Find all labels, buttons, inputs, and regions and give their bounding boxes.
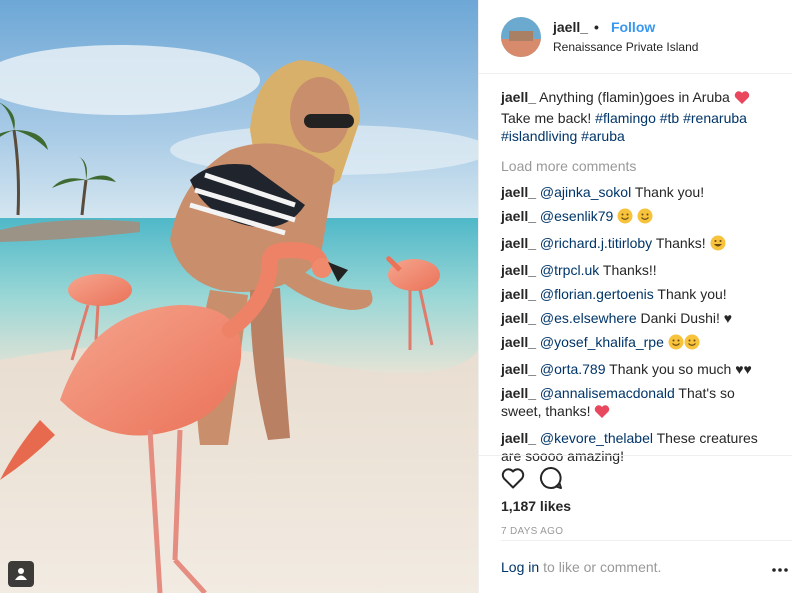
comment: jaell_ @yosef_khalifa_rpe <box>501 333 776 354</box>
comment: jaell_ @es.elsewhere Danki Dushi! ♥ <box>501 309 776 327</box>
post-side-panel: jaell_ • Follow Renaissance Private Isla… <box>478 0 792 593</box>
comment-username[interactable]: jaell_ <box>501 310 536 326</box>
header-username[interactable]: jaell_ <box>553 19 588 35</box>
caption-text: Anything (flamin)goes in Aruba <box>539 89 730 105</box>
hashtag[interactable]: #islandliving <box>501 128 577 144</box>
comment-username[interactable]: jaell_ <box>501 334 536 350</box>
comment-username[interactable]: jaell_ <box>501 361 536 377</box>
comment-username[interactable]: jaell_ <box>501 235 536 251</box>
comment-text: Thank you! <box>657 286 727 302</box>
hashtag[interactable]: #renaruba <box>683 110 747 126</box>
smiling-face-emoji-icon <box>617 208 633 228</box>
heart-outline-icon[interactable] <box>501 467 525 489</box>
comment: jaell_ @esenlik79 <box>501 207 776 228</box>
comment-mention[interactable]: @ajinka_sokol <box>540 184 631 200</box>
comment-username[interactable]: jaell_ <box>501 286 536 302</box>
comments-list: jaell_ Anything (flamin)goes in Aruba Ta… <box>479 74 792 465</box>
instagram-post: jaell_ • Follow Renaissance Private Isla… <box>0 0 792 593</box>
comment-mention[interactable]: @kevore_thelabel <box>540 430 653 446</box>
login-prompt-text: to like or comment. <box>543 559 662 575</box>
comment: jaell_ @ajinka_sokol Thank you! <box>501 183 776 201</box>
hashtag[interactable]: #flamingo <box>595 110 656 126</box>
comment-username[interactable]: jaell_ <box>501 208 536 224</box>
comment-mention[interactable]: @richard.j.titirloby <box>540 235 652 251</box>
smiling-face-emoji-icon <box>637 208 653 228</box>
comment-mention[interactable]: @yosef_khalifa_rpe <box>540 334 664 350</box>
login-prompt: Log in to like or comment. <box>501 540 792 593</box>
comment-bubble-icon[interactable] <box>539 466 563 490</box>
avatar[interactable] <box>501 16 541 57</box>
comment: jaell_ @florian.gertoenis Thank you! <box>501 285 776 303</box>
header-separator: • <box>594 19 599 35</box>
caption: jaell_ Anything (flamin)goes in Aruba Ta… <box>501 88 776 145</box>
comment-mention[interactable]: @esenlik79 <box>540 208 613 224</box>
caption-username[interactable]: jaell_ <box>501 89 536 105</box>
comment-username[interactable]: jaell_ <box>501 430 536 446</box>
grinning-face-emoji-icon <box>710 235 726 255</box>
smiling-face-emoji-icon <box>684 334 700 354</box>
comment-username[interactable]: jaell_ <box>501 385 536 401</box>
comment-username[interactable]: jaell_ <box>501 184 536 200</box>
likes-count[interactable]: 1,187 likes <box>501 498 776 514</box>
comment-mention[interactable]: @annalisemacdonald <box>540 385 675 401</box>
post-timestamp[interactable]: 7 DAYS AGO <box>501 526 776 537</box>
red-heart-emoji-icon <box>734 90 750 109</box>
post-actions: 1,187 likes 7 DAYS AGO <box>479 455 792 537</box>
red-heart-emoji-icon <box>594 404 610 423</box>
comment-mention[interactable]: @es.elsewhere <box>540 310 637 326</box>
comment-text: Thank you! <box>634 184 705 200</box>
load-more-comments-button[interactable]: Load more comments <box>501 157 776 175</box>
smiling-face-emoji-icon <box>668 334 684 354</box>
comment-text: Thank you so much ♥♥ <box>609 361 752 377</box>
follow-button[interactable]: Follow <box>611 19 655 35</box>
post-photo[interactable] <box>0 0 478 593</box>
beach-flamingo-photo <box>0 0 478 593</box>
login-link[interactable]: Log in <box>501 559 539 575</box>
comment-text: Danki Dushi! ♥ <box>640 310 733 326</box>
person-tag-icon[interactable] <box>8 561 34 587</box>
comment: jaell_ @richard.j.titirloby Thanks! <box>501 234 776 255</box>
more-options-icon[interactable] <box>772 559 788 575</box>
comment-text: Thanks!! <box>602 262 657 278</box>
comment: jaell_ @orta.789 Thank you so much ♥♥ <box>501 360 776 378</box>
hashtag[interactable]: #aruba <box>581 128 625 144</box>
comment-mention[interactable]: @florian.gertoenis <box>540 286 654 302</box>
comment-mention[interactable]: @trpcl.uk <box>540 262 599 278</box>
location-link[interactable]: Renaissance Private Island <box>553 40 698 54</box>
comment: jaell_ @annalisemacdonald That's so swee… <box>501 384 776 423</box>
caption-text-2: Take me back! <box>501 110 592 126</box>
comment-text: Thanks! <box>655 235 706 251</box>
hashtag[interactable]: #tb <box>660 110 679 126</box>
comment: jaell_ @trpcl.uk Thanks!! <box>501 261 776 279</box>
comment-mention[interactable]: @orta.789 <box>540 361 606 377</box>
comment-username[interactable]: jaell_ <box>501 262 536 278</box>
post-header: jaell_ • Follow Renaissance Private Isla… <box>479 0 792 74</box>
